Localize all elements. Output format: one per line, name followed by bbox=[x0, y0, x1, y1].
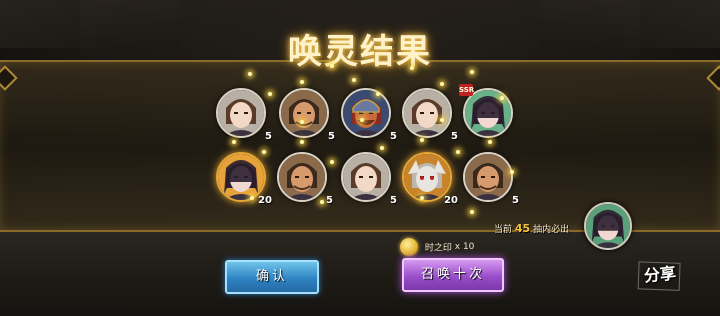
sparkle bbox=[456, 150, 460, 154]
sparkle bbox=[510, 170, 514, 174]
hero-count: 5 bbox=[390, 195, 397, 206]
hero-portrait bbox=[341, 152, 391, 202]
cost-amount: x 10 bbox=[454, 242, 475, 252]
sparkle bbox=[232, 140, 236, 144]
guarantee-notice: 当前 45 抽内必出 bbox=[494, 222, 569, 235]
sparkle bbox=[320, 200, 324, 204]
hero-card[interactable]: SSR bbox=[459, 84, 513, 138]
sparkle bbox=[500, 96, 504, 100]
hero-portrait bbox=[463, 152, 513, 202]
sparkle bbox=[440, 82, 444, 86]
summon-ten-button[interactable]: 召唤十次 bbox=[402, 258, 504, 292]
hero-card[interactable]: 20 bbox=[402, 152, 458, 206]
sparkle bbox=[410, 66, 414, 70]
sparkle bbox=[300, 140, 304, 144]
hero-portrait bbox=[216, 88, 266, 138]
sparkle bbox=[330, 64, 334, 68]
hero-count: 20 bbox=[444, 195, 458, 206]
sparkle bbox=[268, 92, 272, 96]
sparkle bbox=[488, 140, 492, 144]
share-button[interactable]: 分享 bbox=[639, 258, 682, 292]
notice-number: 45 bbox=[514, 222, 531, 235]
hero-count: 5 bbox=[451, 131, 458, 142]
hero-count: 5 bbox=[326, 195, 333, 206]
hero-count: 20 bbox=[258, 195, 272, 206]
hero-count: 5 bbox=[512, 195, 519, 206]
hero-portrait bbox=[402, 88, 452, 138]
confirm-button[interactable]: 确认 bbox=[225, 260, 319, 294]
hero-portrait bbox=[341, 88, 391, 138]
hero-count: 5 bbox=[328, 131, 335, 142]
sparkle bbox=[420, 138, 424, 142]
sparkle bbox=[250, 196, 254, 200]
cost-label: 时之印 bbox=[424, 243, 452, 254]
result-title: 唤灵结果 bbox=[288, 32, 432, 72]
hero-card[interactable]: 5 bbox=[463, 152, 519, 206]
sparkle bbox=[262, 150, 266, 154]
guaranteed-hero-avatar[interactable] bbox=[584, 202, 632, 250]
hero-count: 5 bbox=[265, 131, 272, 142]
hero-card[interactable]: 5 bbox=[216, 88, 272, 142]
notice-prefix: 当前 bbox=[494, 225, 513, 235]
coin-icon bbox=[400, 238, 418, 256]
hero-portrait bbox=[277, 152, 327, 202]
hero-card[interactable]: 5 bbox=[279, 88, 335, 142]
sparkle bbox=[470, 210, 474, 214]
sparkle bbox=[248, 72, 252, 76]
hero-card[interactable]: 5 bbox=[277, 152, 333, 206]
hero-card[interactable]: 20 bbox=[216, 152, 272, 206]
rarity-tag: SSR bbox=[459, 84, 475, 96]
hero-count: 5 bbox=[390, 131, 397, 142]
sparkle bbox=[420, 196, 424, 200]
sparkle bbox=[352, 78, 356, 82]
sparkle bbox=[376, 92, 380, 96]
sparkle bbox=[330, 160, 334, 164]
sparkle bbox=[380, 146, 384, 150]
hero-card[interactable]: 5 bbox=[402, 88, 458, 142]
notice-suffix: 抽内必出 bbox=[533, 225, 570, 235]
summon-cost: 时之印 x 10 bbox=[400, 238, 474, 256]
sparkle bbox=[300, 80, 304, 84]
sparkle bbox=[440, 118, 444, 122]
hero-card[interactable]: 5 bbox=[341, 88, 397, 142]
sparkle bbox=[360, 118, 364, 122]
hero-card[interactable]: 5 bbox=[341, 152, 397, 206]
sparkle bbox=[470, 70, 474, 74]
sparkle bbox=[300, 120, 304, 124]
hero-portrait bbox=[279, 88, 329, 138]
